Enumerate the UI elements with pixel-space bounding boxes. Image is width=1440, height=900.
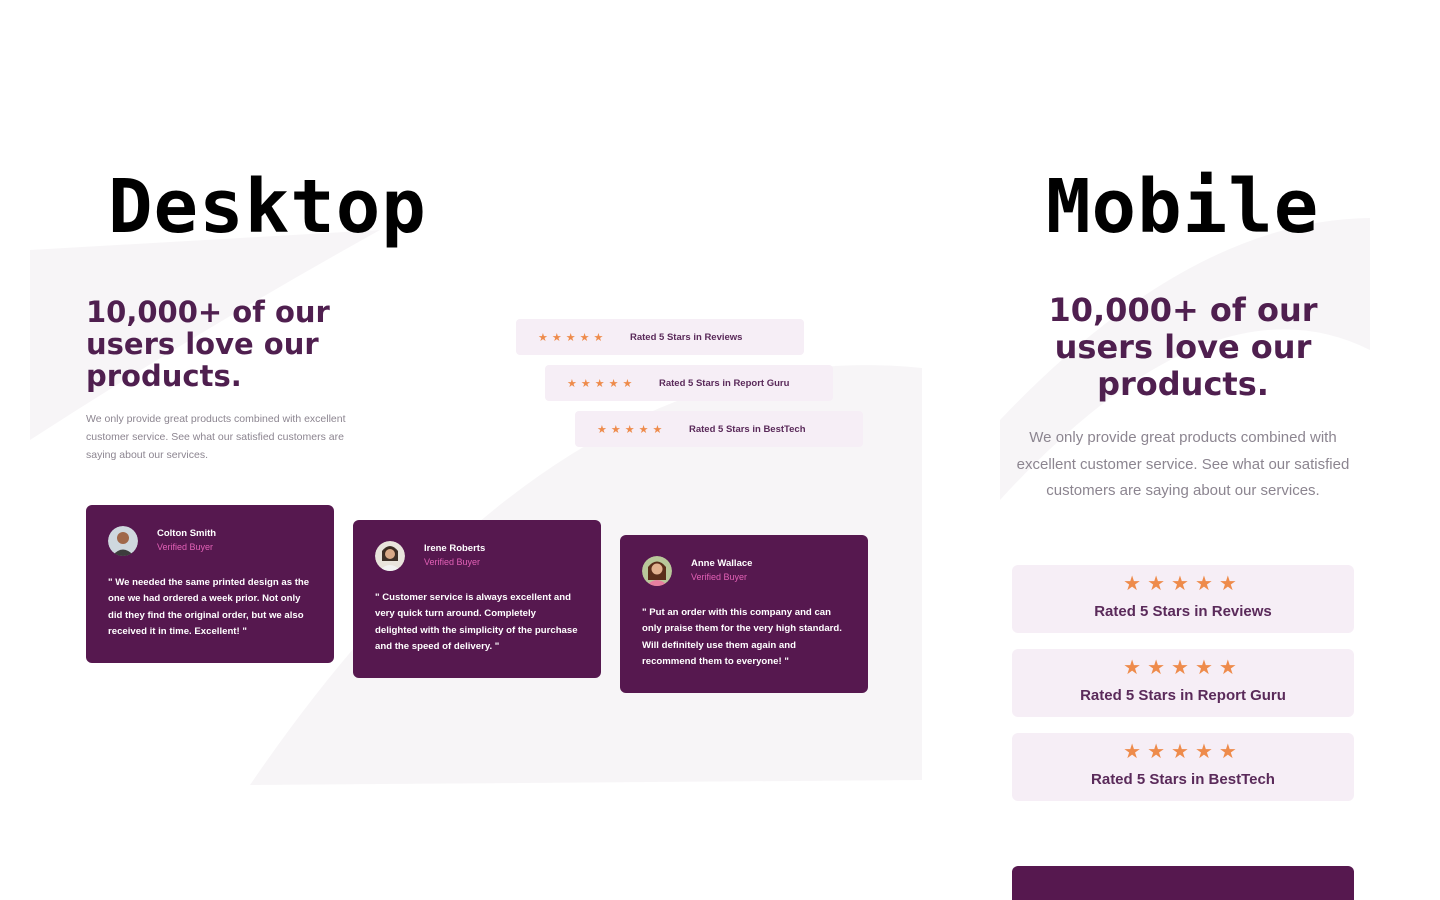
- star-rating-icon: ★★★★★: [1123, 657, 1243, 679]
- reviewer-name: Irene Roberts: [424, 543, 486, 554]
- testimonial-card: Irene Roberts Verified Buyer " Customer …: [353, 520, 601, 678]
- star-rating-icon: ★★★★★: [1123, 573, 1243, 595]
- mobile-rating-besttech: ★★★★★ Rated 5 Stars in BestTech: [1012, 733, 1354, 801]
- reviewer-name: Colton Smith: [157, 528, 217, 539]
- testimonial-quote: " We needed the same printed design as t…: [108, 577, 310, 638]
- mobile-label: Mobile: [1046, 164, 1320, 250]
- desktop-heading: 10,000+ of our users love our products.: [86, 295, 330, 393]
- star-rating-icon: ★★★★★: [1123, 741, 1243, 763]
- testimonial-card: Anne Wallace Verified Buyer " Put an ord…: [620, 535, 868, 693]
- rating-label: Rated 5 Stars in BestTech: [689, 423, 806, 435]
- desktop-label: Desktop: [108, 164, 427, 250]
- testimonial-quote: " Put an order with this company and can…: [642, 607, 842, 668]
- desktop-rating-besttech: ★★★★★ Rated 5 Stars in BestTech: [575, 411, 863, 447]
- reviewer-name: Anne Wallace: [691, 558, 753, 569]
- star-rating-icon: ★★★★★: [597, 423, 667, 436]
- avatar: [375, 541, 405, 571]
- rating-label: Rated 5 Stars in Report Guru: [1080, 687, 1286, 704]
- testimonial-card-partial: [1012, 866, 1354, 900]
- desktop-rating-report-guru: ★★★★★ Rated 5 Stars in Report Guru: [545, 365, 833, 401]
- star-rating-icon: ★★★★★: [567, 377, 637, 390]
- rating-label: Rated 5 Stars in Report Guru: [659, 377, 790, 389]
- reviewer-role: Verified Buyer: [424, 557, 481, 567]
- mobile-intro-paragraph: We only provide great products combined …: [1016, 429, 1350, 499]
- testimonial-quote: " Customer service is always excellent a…: [375, 592, 578, 653]
- avatar: [108, 526, 138, 556]
- rating-label: Rated 5 Stars in BestTech: [1091, 771, 1275, 788]
- desktop-intro-paragraph: We only provide great products combined …: [86, 413, 346, 461]
- reviewer-role: Verified Buyer: [157, 542, 214, 552]
- mobile-rating-report-guru: ★★★★★ Rated 5 Stars in Report Guru: [1012, 649, 1354, 717]
- avatar: [642, 556, 672, 586]
- star-rating-icon: ★★★★★: [538, 331, 608, 344]
- reviewer-role: Verified Buyer: [691, 572, 748, 582]
- mobile-heading: 10,000+ of our users love our products.: [1048, 291, 1318, 403]
- mobile-rating-reviews: ★★★★★ Rated 5 Stars in Reviews: [1012, 565, 1354, 633]
- desktop-rating-reviews: ★★★★★ Rated 5 Stars in Reviews: [516, 319, 804, 355]
- testimonial-card: Colton Smith Verified Buyer " We needed …: [86, 505, 334, 663]
- rating-label: Rated 5 Stars in Reviews: [1094, 603, 1272, 620]
- rating-label: Rated 5 Stars in Reviews: [630, 331, 743, 343]
